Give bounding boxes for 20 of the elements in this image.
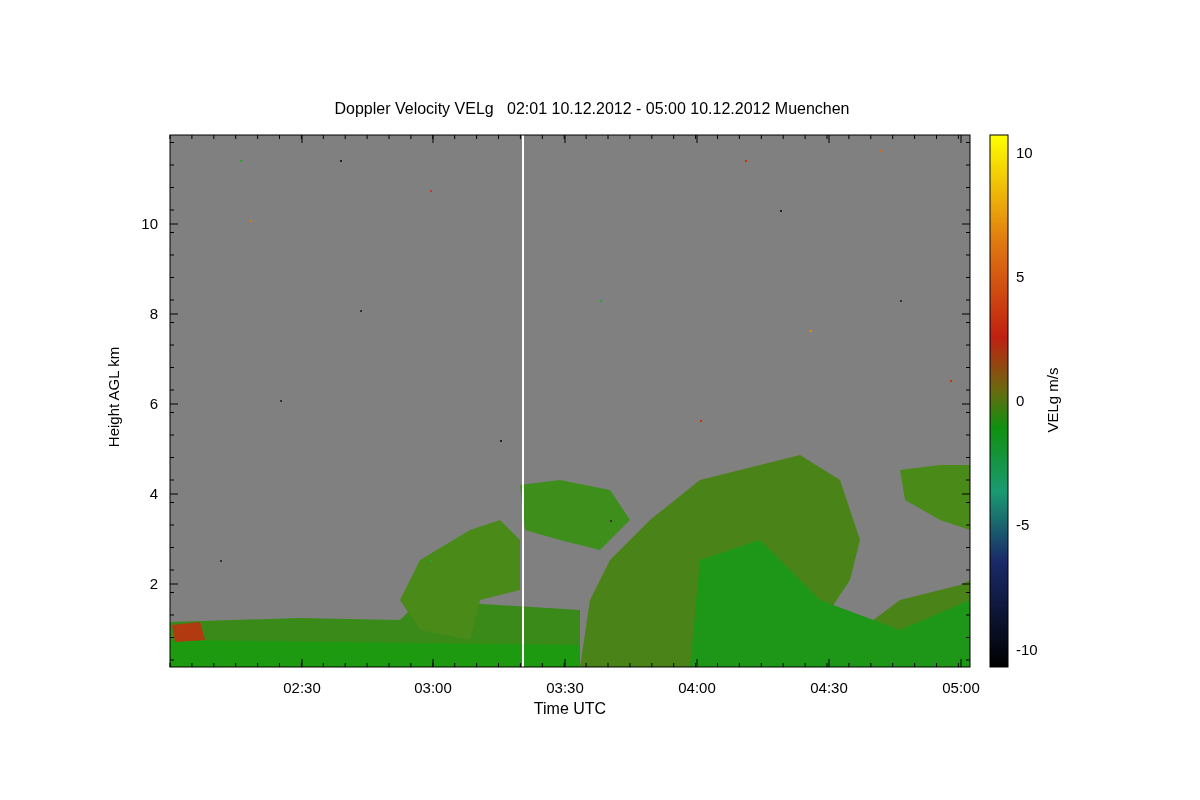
axis-label: Height AGL km bbox=[105, 346, 122, 448]
tick-label: 03:00 bbox=[414, 679, 452, 696]
tick-label: 8 bbox=[149, 305, 158, 322]
tick-label: 10 bbox=[141, 215, 158, 232]
tick-label: 2 bbox=[149, 575, 158, 592]
axis-label: Time UTC bbox=[533, 700, 607, 717]
chart-title: Doppler Velocity VELg 02:01 10.12.2012 - 05:00 10.12.2012 Muenchen bbox=[334, 100, 850, 117]
tick-label: 02:30 bbox=[283, 679, 321, 696]
tick-label: 4 bbox=[149, 485, 158, 502]
axis-label: VELg m/s bbox=[1044, 367, 1061, 433]
tick-label: 5 bbox=[1016, 268, 1025, 285]
tick-label: 05:00 bbox=[942, 679, 980, 696]
tick-label: 10 bbox=[1016, 144, 1033, 161]
tick-label: 04:00 bbox=[678, 679, 716, 696]
tick-label: -5 bbox=[1016, 516, 1030, 533]
tick-label: 0 bbox=[1016, 392, 1025, 409]
tick-label: 6 bbox=[149, 395, 158, 412]
tick-label: 04:30 bbox=[810, 679, 848, 696]
tick-label: 03:30 bbox=[546, 679, 584, 696]
tick-label: -10 bbox=[1016, 641, 1038, 658]
